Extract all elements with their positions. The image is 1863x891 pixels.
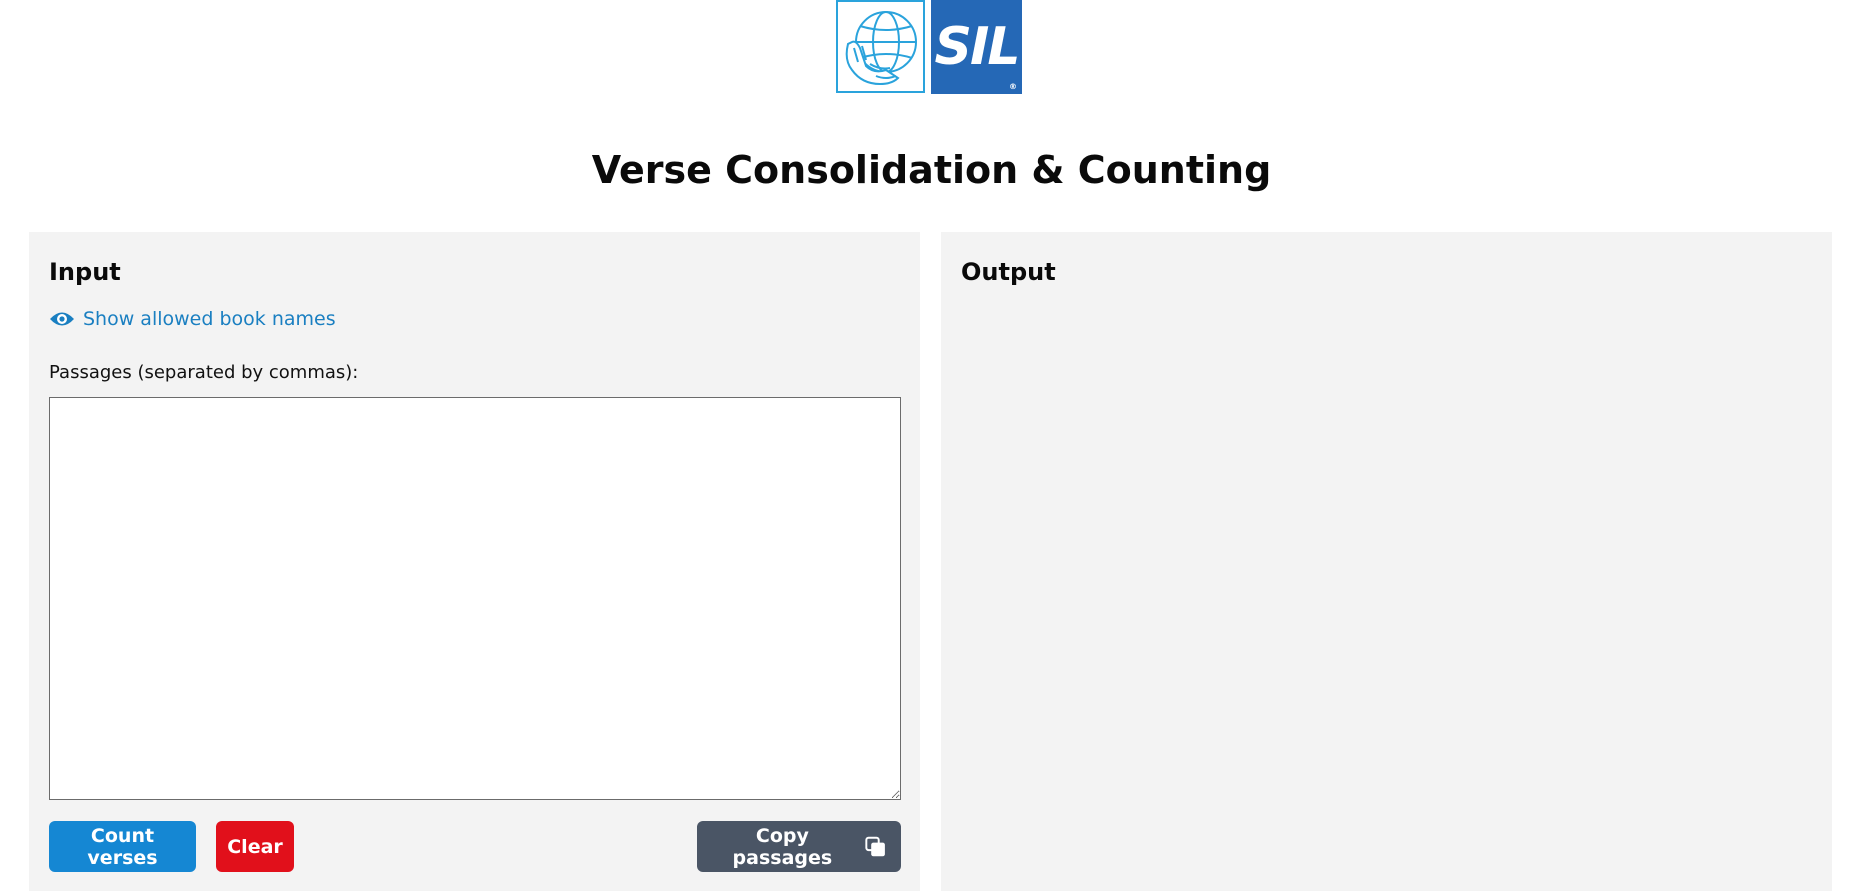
passages-input[interactable] (49, 397, 901, 800)
sil-logo-mark: SIL ® (931, 0, 1022, 94)
sil-logo-text: SIL (934, 17, 1021, 77)
copy-icon (865, 836, 885, 856)
copy-passages-label: Copy passages (732, 824, 833, 869)
input-heading: Input (49, 258, 121, 286)
sil-logo: SIL ® (836, 0, 1026, 96)
passages-label: Passages (separated by commas): (49, 362, 359, 383)
clear-button[interactable]: Clear (216, 821, 294, 872)
show-allowed-book-names-link[interactable]: Show allowed book names (49, 308, 336, 330)
page: SIL ® Verse Consolidation & Counting Inp… (0, 0, 1863, 891)
globe-hands-icon (836, 0, 925, 93)
input-panel: Input Show allowed book names Passages (… (29, 232, 920, 891)
count-verses-button[interactable]: Count verses (49, 821, 196, 872)
output-panel: Output (941, 232, 1832, 891)
output-heading: Output (961, 258, 1056, 286)
show-allowed-book-names-label: Show allowed book names (83, 308, 336, 330)
copy-passages-button[interactable]: Copy passages (697, 821, 901, 872)
page-title: Verse Consolidation & Counting (591, 148, 1272, 192)
registered-mark: ® (1009, 82, 1017, 91)
eye-icon (50, 312, 74, 326)
